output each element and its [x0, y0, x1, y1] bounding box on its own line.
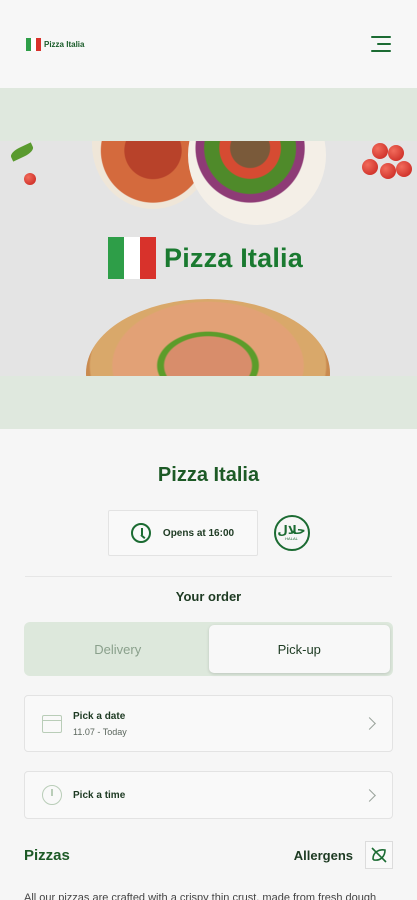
- order-type-toggle: Delivery Pick-up: [24, 622, 393, 676]
- opening-hours: Opens at 16:00: [107, 510, 258, 556]
- italian-flag-icon: [108, 237, 156, 279]
- pickup-option[interactable]: Pick-up: [208, 625, 390, 673]
- category-title: Pizzas: [24, 846, 70, 864]
- tomato-image: [396, 161, 412, 177]
- restaurant-page: Pizza Italia Pizza Italia Pizza Italia O…: [0, 0, 417, 900]
- delivery-option[interactable]: Delivery: [27, 625, 209, 673]
- hero-logo: Pizza Italia: [108, 237, 303, 279]
- pick-date-value: 11.07 - Today: [73, 726, 127, 737]
- allergens-label: Allergens: [293, 847, 353, 863]
- tomato-image: [380, 163, 396, 179]
- clock-icon: [130, 523, 151, 543]
- chevron-right-icon: [363, 717, 376, 730]
- banner-bottom-band: [0, 376, 417, 429]
- pizza-image: [86, 299, 330, 376]
- hero-title: Pizza Italia: [164, 242, 303, 273]
- section-divider: [25, 576, 392, 577]
- pick-date-label: Pick a date: [73, 710, 126, 722]
- top-bar: Pizza Italia: [0, 0, 417, 88]
- category-description: All our pizzas are crafted with a crispy…: [24, 892, 377, 900]
- allergen-filter-button[interactable]: [365, 841, 393, 869]
- allergens-filter: Allergens: [294, 841, 393, 869]
- menu-category-header: Pizzas Allergens: [24, 841, 393, 869]
- hero-banner: Pizza Italia: [0, 141, 417, 376]
- tomato-image: [372, 143, 388, 159]
- banner-top-band: [0, 88, 417, 141]
- calendar-icon: [42, 714, 62, 733]
- brand-name: Pizza Italia: [44, 39, 85, 49]
- pick-time-label: Pick a time: [73, 789, 126, 801]
- tomato-image: [388, 145, 404, 161]
- chevron-right-icon: [363, 788, 376, 802]
- tomato-image: [362, 159, 378, 175]
- restaurant-name: Pizza Italia: [157, 464, 260, 486]
- allergen-filter-icon: [371, 847, 387, 863]
- brand-logo[interactable]: Pizza Italia: [26, 37, 85, 51]
- pick-time-button[interactable]: Pick a time: [24, 771, 393, 819]
- order-section-title: Your order: [175, 589, 242, 604]
- pick-date-button[interactable]: Pick a date 11.07 - Today: [24, 695, 393, 752]
- halal-badge-icon: حلال HALAL: [273, 515, 310, 551]
- opening-hours-text: Opens at 16:00: [162, 527, 235, 539]
- hamburger-menu-icon[interactable]: [371, 36, 391, 52]
- clock-icon: [42, 785, 62, 805]
- tomato-image: [24, 173, 36, 185]
- salad-dish-image: [188, 141, 326, 225]
- basil-leaf-image: [9, 142, 35, 162]
- italian-flag-icon: [26, 37, 41, 51]
- restaurant-info-row: Opens at 16:00 حلال HALAL: [0, 510, 417, 556]
